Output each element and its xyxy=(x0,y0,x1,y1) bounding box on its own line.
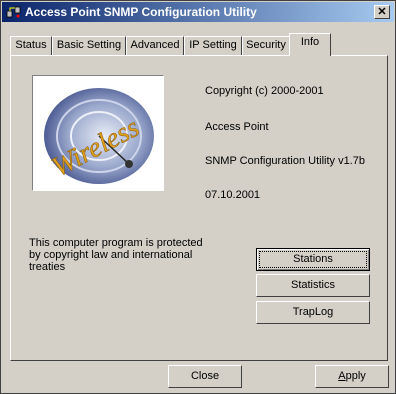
dialog-window: Access Point SNMP Configuration Utility … xyxy=(0,0,396,394)
release-date: 07.10.2001 xyxy=(205,189,261,201)
apply-mnemonic: A xyxy=(338,370,346,382)
tab-info[interactable]: Info xyxy=(289,33,331,56)
statistics-button[interactable]: Statistics xyxy=(256,274,370,297)
close-window-button[interactable]: ✕ xyxy=(374,5,390,19)
tab-basic-setting[interactable]: Basic Setting xyxy=(52,36,126,55)
utility-version: SNMP Configuration Utility v1.7b xyxy=(205,155,365,167)
network-app-icon xyxy=(6,6,21,18)
window-title: Access Point SNMP Configuration Utility xyxy=(25,5,257,19)
tab-ip-setting[interactable]: IP Setting xyxy=(184,36,242,55)
close-icon: ✕ xyxy=(377,6,387,18)
tab-security[interactable]: Security xyxy=(242,36,290,55)
copyright-text: Copyright (c) 2000-2001 xyxy=(205,85,324,97)
title-bar[interactable]: Access Point SNMP Configuration Utility … xyxy=(2,2,394,22)
apply-label-rest: pply xyxy=(345,370,366,382)
copyright-notice: This computer program is protected by co… xyxy=(29,237,203,273)
wireless-dish-image: Wireless xyxy=(33,76,163,190)
close-button[interactable]: Close xyxy=(168,365,242,388)
tab-status[interactable]: Status xyxy=(10,36,52,55)
traplog-button[interactable]: TrapLog xyxy=(256,301,370,324)
product-name: Access Point xyxy=(205,121,269,133)
apply-button[interactable]: Apply xyxy=(315,365,389,388)
stations-button[interactable]: Stations xyxy=(256,248,370,271)
tab-advanced[interactable]: Advanced xyxy=(126,36,184,55)
wireless-logo: Wireless xyxy=(32,75,164,191)
